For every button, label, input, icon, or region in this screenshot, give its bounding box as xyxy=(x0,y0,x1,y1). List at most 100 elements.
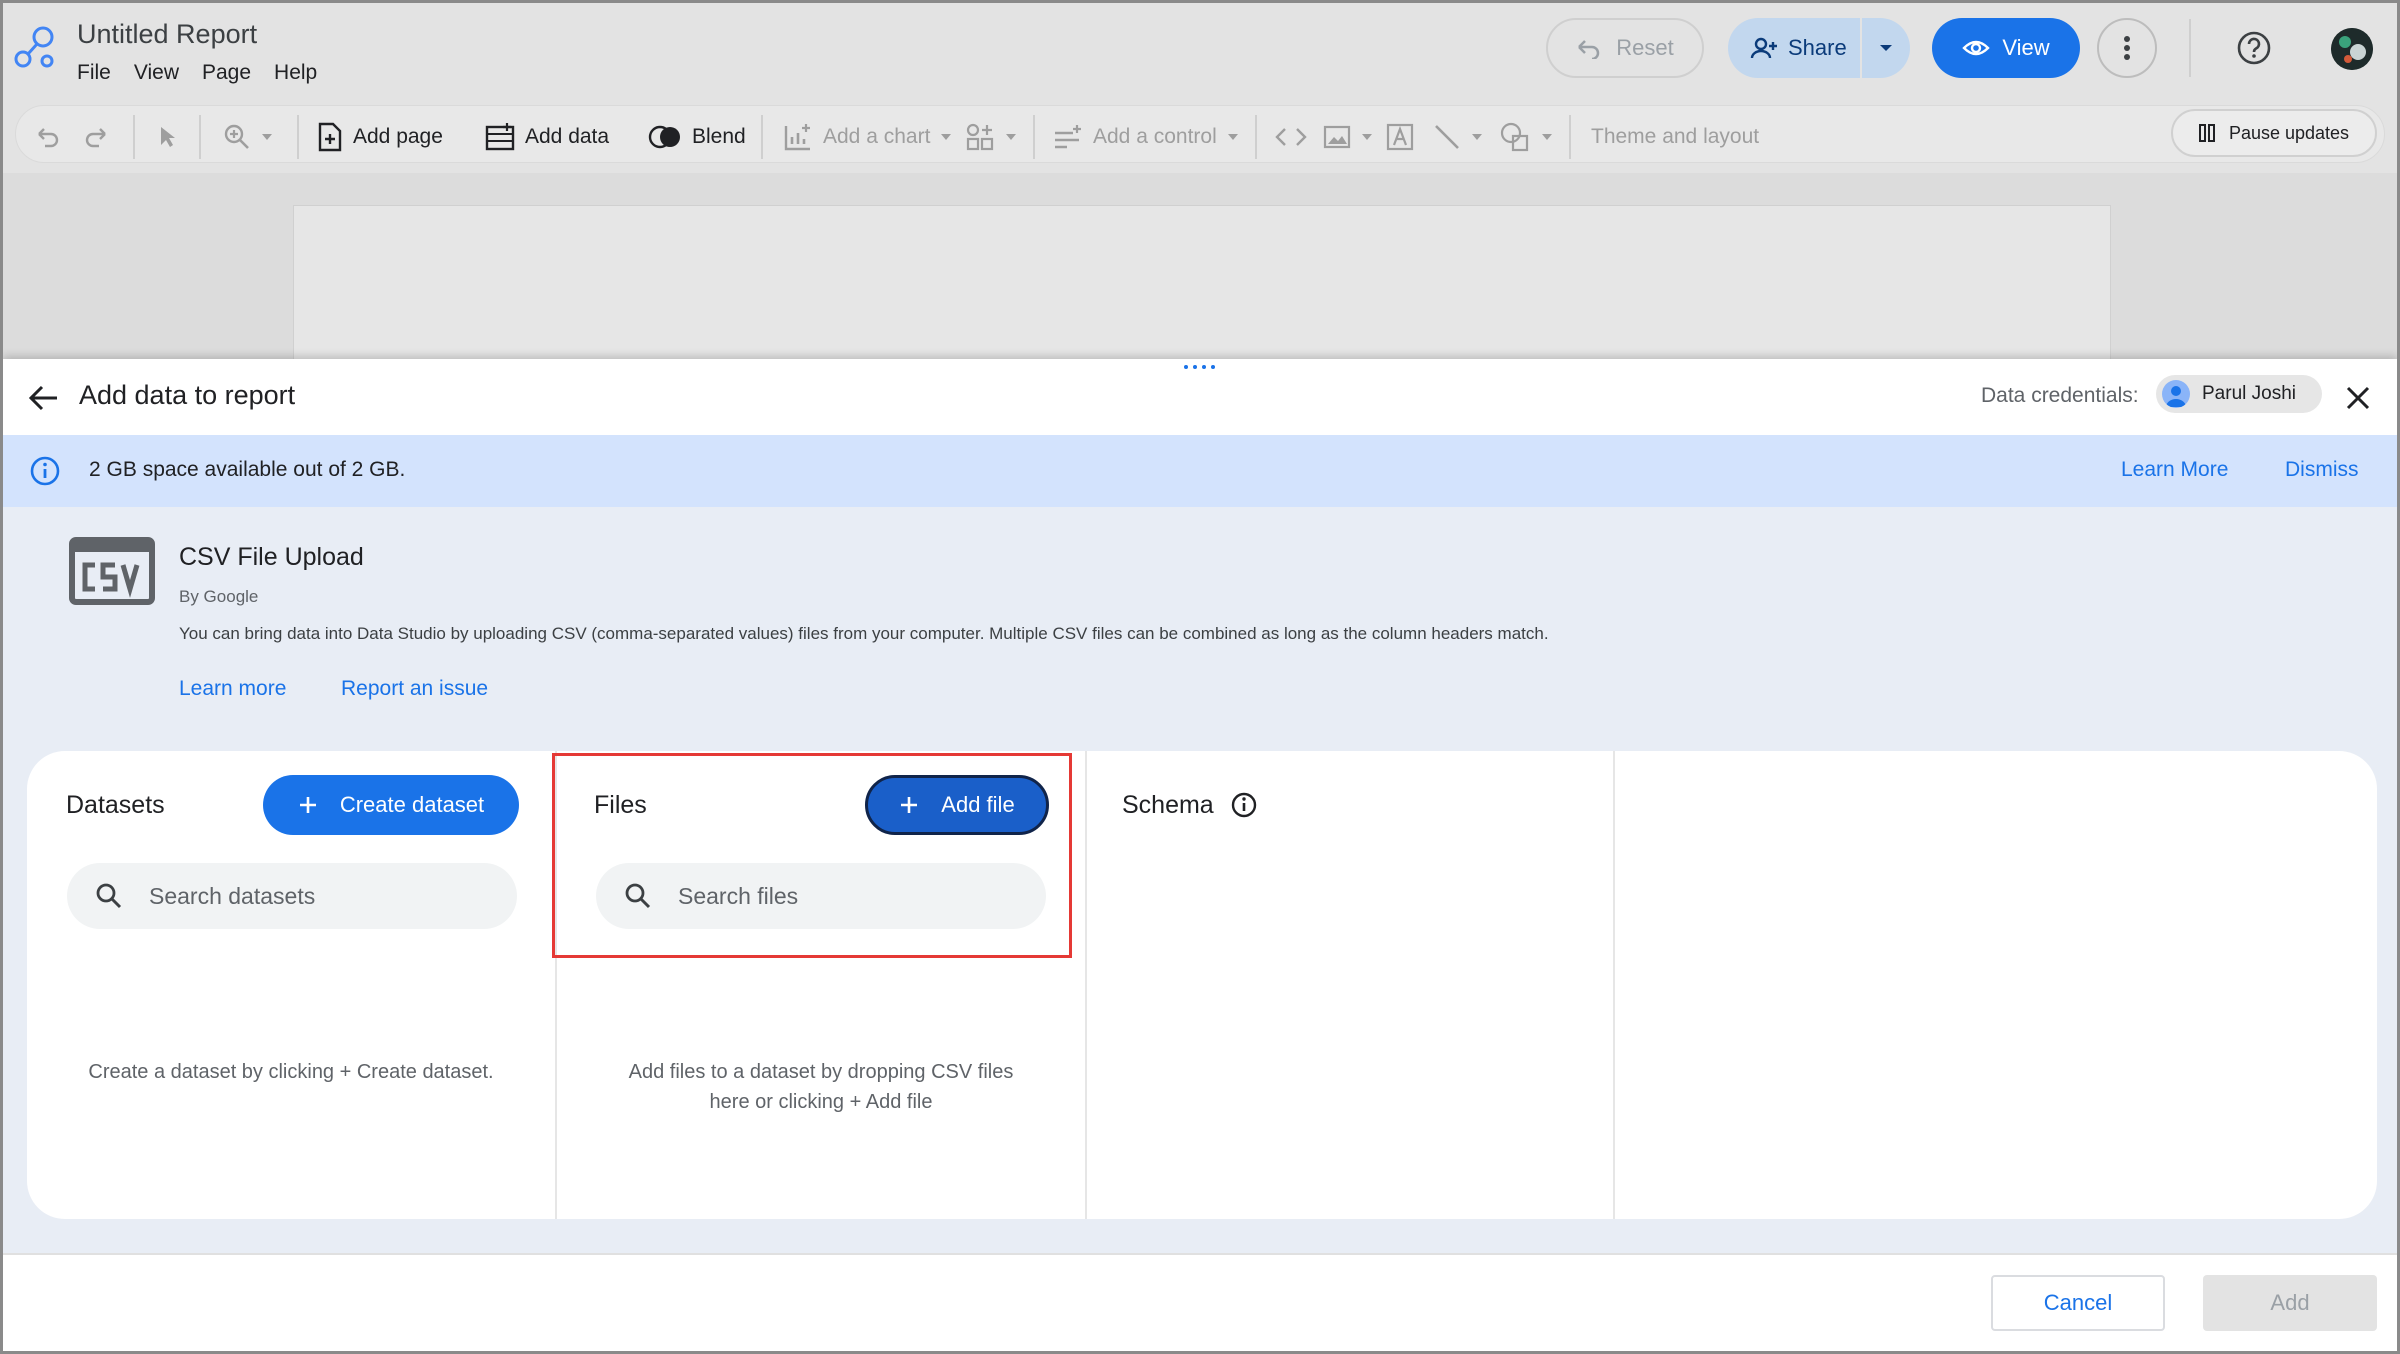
search-icon xyxy=(96,883,122,909)
reset-button[interactable]: Reset xyxy=(1546,18,1704,78)
connector-learn-more-link[interactable]: Learn more xyxy=(179,677,286,701)
redo-icon xyxy=(85,128,106,148)
close-icon[interactable] xyxy=(2343,383,2373,413)
banner-learn-more-link[interactable]: Learn More xyxy=(2121,458,2228,482)
connector-body: CSV File Upload By Google You can bring … xyxy=(3,507,2397,1253)
add-control-icon xyxy=(1055,125,1081,149)
caret-down-icon xyxy=(1472,134,1482,140)
add-page-icon xyxy=(318,122,342,152)
menu-page[interactable]: Page xyxy=(202,61,251,85)
files-empty-text: Add files to a dataset by dropping CSV f… xyxy=(557,1057,1085,1117)
menu-view[interactable]: View xyxy=(134,61,179,85)
header-divider xyxy=(2189,19,2191,77)
add-data-panel: Add data to report Data credentials: Par… xyxy=(3,359,2397,1351)
toolbar-divider xyxy=(199,115,201,159)
caret-down-icon xyxy=(1006,134,1016,140)
caret-down-icon xyxy=(1542,134,1552,140)
toolbar-divider xyxy=(1569,115,1571,159)
datasets-empty-text: Create a dataset by clicking + Create da… xyxy=(88,1061,494,1083)
view-button[interactable]: View xyxy=(1932,18,2080,78)
select-tool-button[interactable] xyxy=(157,119,177,155)
plus-icon xyxy=(299,797,316,813)
blend-icon xyxy=(648,125,680,149)
image-button[interactable] xyxy=(1323,119,1373,155)
add-control-button[interactable]: Add a control xyxy=(1053,119,1239,155)
search-datasets-input[interactable] xyxy=(149,882,449,910)
storage-banner: 2 GB space available out of 2 GB. Learn … xyxy=(3,435,2397,507)
shape-button[interactable] xyxy=(1499,119,1553,155)
caret-down-icon xyxy=(1362,134,1372,140)
zoom-button[interactable] xyxy=(223,119,273,155)
pause-icon xyxy=(2198,124,2215,142)
share-button[interactable]: Share xyxy=(1728,18,1860,78)
code-brackets-icon xyxy=(1275,128,1307,146)
schema-info-icon[interactable] xyxy=(1230,791,1258,819)
user-icon xyxy=(2162,380,2190,408)
report-page[interactable] xyxy=(293,205,2111,365)
schema-title: Schema xyxy=(1122,791,1214,819)
toolbar-divider xyxy=(761,115,763,159)
datasets-title: Datasets xyxy=(66,791,165,819)
user-avatar[interactable] xyxy=(2331,28,2373,70)
connector-name: CSV File Upload xyxy=(179,543,364,571)
search-files-input[interactable] xyxy=(678,882,978,910)
add-button[interactable]: Add xyxy=(2203,1275,2377,1331)
files-empty-line-1: Add files to a dataset by dropping CSV f… xyxy=(628,1061,1014,1083)
community-visualizations-icon xyxy=(966,123,994,151)
caret-down-icon xyxy=(941,134,952,140)
more-options-button[interactable] xyxy=(2097,18,2157,78)
menu-help[interactable]: Help xyxy=(274,61,317,85)
add-chart-icon xyxy=(784,124,810,151)
search-icon xyxy=(625,883,651,909)
community-viz-button[interactable] xyxy=(965,119,1017,155)
more-vert-icon xyxy=(2124,36,2130,60)
shapes-icon xyxy=(1500,122,1529,152)
credentials-user: Parul Joshi xyxy=(2202,383,2296,404)
search-files-field[interactable] xyxy=(596,863,1046,929)
share-dropdown-button[interactable] xyxy=(1860,18,1910,78)
connector-description: You can bring data into Data Studio by u… xyxy=(179,624,1549,643)
caret-down-icon xyxy=(1880,45,1892,51)
redo-button[interactable] xyxy=(83,119,109,155)
theme-layout-button[interactable]: Theme and layout xyxy=(1591,119,1759,155)
zoom-in-icon xyxy=(224,124,249,149)
undo-icon xyxy=(1578,40,1600,59)
add-file-button[interactable]: Add file xyxy=(865,775,1049,835)
image-icon xyxy=(1323,125,1351,149)
panel-footer: Cancel Add xyxy=(3,1253,2397,1351)
add-chart-button[interactable]: Add a chart xyxy=(783,119,952,155)
undo-button[interactable] xyxy=(35,119,61,155)
create-dataset-button[interactable]: Create dataset xyxy=(263,775,519,835)
looker-studio-logo-icon xyxy=(14,26,54,68)
panel-title: Add data to report xyxy=(79,380,296,410)
undo-icon xyxy=(38,128,59,148)
reset-label: Reset xyxy=(1616,35,1674,60)
cursor-arrow-icon xyxy=(161,127,175,147)
theme-layout-label: Theme and layout xyxy=(1591,125,1760,148)
search-datasets-field[interactable] xyxy=(67,863,517,929)
eye-icon xyxy=(1962,40,1991,56)
add-page-button[interactable]: Add page xyxy=(317,119,443,155)
menu-file[interactable]: File xyxy=(77,61,111,85)
embed-url-button[interactable] xyxy=(1275,119,1307,155)
panel-header: Add data to report Data credentials: Par… xyxy=(3,359,2397,435)
blend-button[interactable]: Blend xyxy=(648,119,746,155)
text-box-icon xyxy=(1386,123,1414,151)
caret-down-icon xyxy=(262,134,272,140)
banner-dismiss-link[interactable]: Dismiss xyxy=(2285,458,2359,482)
text-button[interactable] xyxy=(1386,119,1414,155)
help-icon[interactable] xyxy=(2236,30,2272,66)
column-divider xyxy=(1613,751,1615,1219)
toolbar-divider xyxy=(1033,115,1035,159)
plus-icon xyxy=(901,797,918,813)
cancel-button[interactable]: Cancel xyxy=(1991,1275,2165,1331)
add-data-label: Add data xyxy=(525,125,610,148)
column-divider xyxy=(1085,751,1087,1219)
back-arrow-icon[interactable] xyxy=(27,381,61,415)
report-title[interactable]: Untitled Report xyxy=(77,19,257,50)
report-issue-link[interactable]: Report an issue xyxy=(341,677,488,701)
add-data-button[interactable]: Add data xyxy=(485,119,609,155)
line-button[interactable] xyxy=(1433,119,1483,155)
pause-updates-button[interactable]: Pause updates xyxy=(2171,109,2377,157)
credentials-chip[interactable]: Parul Joshi xyxy=(2156,375,2322,413)
